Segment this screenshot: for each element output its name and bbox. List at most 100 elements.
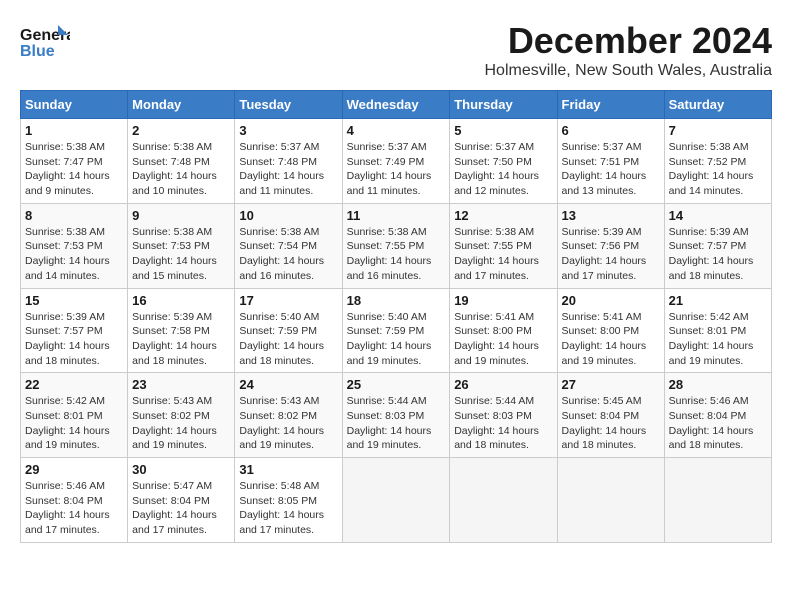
day-info: Sunrise: 5:48 AM Sunset: 8:05 PM Dayligh… <box>239 479 337 538</box>
calendar-week-row: 8 Sunrise: 5:38 AM Sunset: 7:53 PM Daylig… <box>21 203 772 288</box>
day-info: Sunrise: 5:38 AM Sunset: 7:53 PM Dayligh… <box>25 225 123 284</box>
day-number: 26 <box>454 377 552 392</box>
day-info: Sunrise: 5:40 AM Sunset: 7:59 PM Dayligh… <box>347 310 446 369</box>
day-info: Sunrise: 5:40 AM Sunset: 7:59 PM Dayligh… <box>239 310 337 369</box>
day-info: Sunrise: 5:37 AM Sunset: 7:48 PM Dayligh… <box>239 140 337 199</box>
calendar-cell: 5 Sunrise: 5:37 AM Sunset: 7:50 PM Daylig… <box>450 119 557 204</box>
day-info: Sunrise: 5:37 AM Sunset: 7:50 PM Dayligh… <box>454 140 552 199</box>
calendar-header-row: SundayMondayTuesdayWednesdayThursdayFrid… <box>21 91 772 119</box>
calendar-cell: 23 Sunrise: 5:43 AM Sunset: 8:02 PM Dayli… <box>128 373 235 458</box>
calendar-cell: 31 Sunrise: 5:48 AM Sunset: 8:05 PM Dayli… <box>235 458 342 543</box>
day-number: 3 <box>239 123 337 138</box>
calendar-cell <box>450 458 557 543</box>
day-number: 21 <box>669 293 767 308</box>
location-subtitle: Holmesville, New South Wales, Australia <box>484 62 772 80</box>
title-block: December 2024 Holmesville, New South Wal… <box>484 20 772 80</box>
day-info: Sunrise: 5:37 AM Sunset: 7:49 PM Dayligh… <box>347 140 446 199</box>
calendar-cell: 18 Sunrise: 5:40 AM Sunset: 7:59 PM Dayli… <box>342 288 450 373</box>
day-number: 2 <box>132 123 230 138</box>
calendar-cell: 19Sunrise: 5:41 AM Sunset: 8:00 PM Dayli… <box>450 288 557 373</box>
day-number: 20 <box>562 293 660 308</box>
logo: General Blue <box>20 20 74 60</box>
calendar-cell: 9 Sunrise: 5:38 AM Sunset: 7:53 PM Daylig… <box>128 203 235 288</box>
day-number: 10 <box>239 208 337 223</box>
day-info: Sunrise: 5:38 AM Sunset: 7:55 PM Dayligh… <box>347 225 446 284</box>
day-info: Sunrise: 5:38 AM Sunset: 7:52 PM Dayligh… <box>669 140 767 199</box>
calendar-cell: 15 Sunrise: 5:39 AM Sunset: 7:57 PM Dayli… <box>21 288 128 373</box>
day-info: Sunrise: 5:46 AM Sunset: 8:04 PM Dayligh… <box>25 479 123 538</box>
day-number: 1 <box>25 123 123 138</box>
weekday-header-tuesday: Tuesday <box>235 91 342 119</box>
calendar-cell: 7 Sunrise: 5:38 AM Sunset: 7:52 PM Daylig… <box>664 119 771 204</box>
calendar-cell <box>557 458 664 543</box>
calendar-table: SundayMondayTuesdayWednesdayThursdayFrid… <box>20 90 772 543</box>
calendar-cell: 20Sunrise: 5:41 AM Sunset: 8:00 PM Dayli… <box>557 288 664 373</box>
calendar-cell: 10 Sunrise: 5:38 AM Sunset: 7:54 PM Dayli… <box>235 203 342 288</box>
month-title: December 2024 <box>484 20 772 62</box>
day-info: Sunrise: 5:39 AM Sunset: 7:57 PM Dayligh… <box>25 310 123 369</box>
day-info: Sunrise: 5:38 AM Sunset: 7:47 PM Dayligh… <box>25 140 123 199</box>
day-number: 12 <box>454 208 552 223</box>
day-info: Sunrise: 5:39 AM Sunset: 7:57 PM Dayligh… <box>669 225 767 284</box>
page-header: General Blue December 2024 Holmesville, … <box>20 20 772 80</box>
day-number: 28 <box>669 377 767 392</box>
day-number: 25 <box>347 377 446 392</box>
calendar-cell: 25 Sunrise: 5:44 AM Sunset: 8:03 PM Dayli… <box>342 373 450 458</box>
day-number: 24 <box>239 377 337 392</box>
day-number: 11 <box>347 208 446 223</box>
day-info: Sunrise: 5:43 AM Sunset: 8:02 PM Dayligh… <box>239 394 337 453</box>
day-info: Sunrise: 5:47 AM Sunset: 8:04 PM Dayligh… <box>132 479 230 538</box>
day-info: Sunrise: 5:45 AM Sunset: 8:04 PM Dayligh… <box>562 394 660 453</box>
day-number: 31 <box>239 462 337 477</box>
day-info: Sunrise: 5:42 AM Sunset: 8:01 PM Dayligh… <box>25 394 123 453</box>
calendar-week-row: 29 Sunrise: 5:46 AM Sunset: 8:04 PM Dayli… <box>21 458 772 543</box>
day-info: Sunrise: 5:38 AM Sunset: 7:54 PM Dayligh… <box>239 225 337 284</box>
calendar-cell: 11 Sunrise: 5:38 AM Sunset: 7:55 PM Dayli… <box>342 203 450 288</box>
calendar-cell: 6 Sunrise: 5:37 AM Sunset: 7:51 PM Daylig… <box>557 119 664 204</box>
day-number: 19 <box>454 293 552 308</box>
weekday-header-thursday: Thursday <box>450 91 557 119</box>
day-info: Sunrise: 5:46 AM Sunset: 8:04 PM Dayligh… <box>669 394 767 453</box>
calendar-body: 1 Sunrise: 5:38 AM Sunset: 7:47 PM Daylig… <box>21 119 772 543</box>
day-number: 22 <box>25 377 123 392</box>
calendar-cell: 29 Sunrise: 5:46 AM Sunset: 8:04 PM Dayli… <box>21 458 128 543</box>
calendar-cell: 16Sunrise: 5:39 AM Sunset: 7:58 PM Dayli… <box>128 288 235 373</box>
calendar-cell: 1 Sunrise: 5:38 AM Sunset: 7:47 PM Daylig… <box>21 119 128 204</box>
calendar-cell: 17 Sunrise: 5:40 AM Sunset: 7:59 PM Dayli… <box>235 288 342 373</box>
day-number: 8 <box>25 208 123 223</box>
weekday-header-friday: Friday <box>557 91 664 119</box>
day-info: Sunrise: 5:44 AM Sunset: 8:03 PM Dayligh… <box>454 394 552 453</box>
day-info: Sunrise: 5:43 AM Sunset: 8:02 PM Dayligh… <box>132 394 230 453</box>
calendar-cell: 21 Sunrise: 5:42 AM Sunset: 8:01 PM Dayli… <box>664 288 771 373</box>
day-info: Sunrise: 5:42 AM Sunset: 8:01 PM Dayligh… <box>669 310 767 369</box>
day-number: 23 <box>132 377 230 392</box>
weekday-header-monday: Monday <box>128 91 235 119</box>
day-number: 6 <box>562 123 660 138</box>
day-number: 4 <box>347 123 446 138</box>
day-info: Sunrise: 5:38 AM Sunset: 7:53 PM Dayligh… <box>132 225 230 284</box>
day-number: 7 <box>669 123 767 138</box>
calendar-cell: 26 Sunrise: 5:44 AM Sunset: 8:03 PM Dayli… <box>450 373 557 458</box>
calendar-cell: 2 Sunrise: 5:38 AM Sunset: 7:48 PM Daylig… <box>128 119 235 204</box>
day-number: 14 <box>669 208 767 223</box>
day-info: Sunrise: 5:44 AM Sunset: 8:03 PM Dayligh… <box>347 394 446 453</box>
day-number: 5 <box>454 123 552 138</box>
calendar-cell: 14 Sunrise: 5:39 AM Sunset: 7:57 PM Dayli… <box>664 203 771 288</box>
day-info: Sunrise: 5:37 AM Sunset: 7:51 PM Dayligh… <box>562 140 660 199</box>
calendar-cell: 27 Sunrise: 5:45 AM Sunset: 8:04 PM Dayli… <box>557 373 664 458</box>
calendar-cell <box>342 458 450 543</box>
day-number: 27 <box>562 377 660 392</box>
calendar-cell: 22 Sunrise: 5:42 AM Sunset: 8:01 PM Dayli… <box>21 373 128 458</box>
day-number: 16 <box>132 293 230 308</box>
day-number: 15 <box>25 293 123 308</box>
day-number: 18 <box>347 293 446 308</box>
weekday-header-wednesday: Wednesday <box>342 91 450 119</box>
day-number: 29 <box>25 462 123 477</box>
weekday-header-sunday: Sunday <box>21 91 128 119</box>
calendar-cell: 13Sunrise: 5:39 AM Sunset: 7:56 PM Dayli… <box>557 203 664 288</box>
calendar-cell: 4 Sunrise: 5:37 AM Sunset: 7:49 PM Daylig… <box>342 119 450 204</box>
day-number: 17 <box>239 293 337 308</box>
day-number: 9 <box>132 208 230 223</box>
day-info: Sunrise: 5:38 AM Sunset: 7:48 PM Dayligh… <box>132 140 230 199</box>
calendar-week-row: 1 Sunrise: 5:38 AM Sunset: 7:47 PM Daylig… <box>21 119 772 204</box>
